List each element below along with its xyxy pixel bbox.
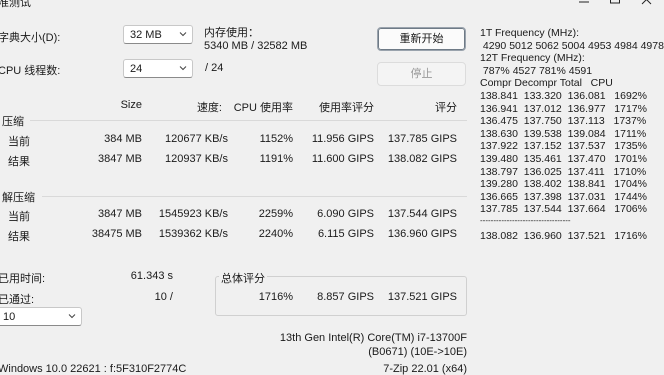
row-label: 结果 — [8, 156, 30, 168]
threads-label: CPU 线程数: — [0, 65, 61, 77]
stats-row: 137.785 137.544 137.664 1706% — [480, 203, 647, 216]
freq-12t-values: 787% 4527 781% 4591 — [480, 64, 593, 77]
window-title: 准测试 — [0, 0, 31, 9]
cpu-id: (B0671) (10E->10E) — [368, 346, 467, 358]
col-header-rating-per-usage: 使用率评分 — [319, 102, 374, 114]
elapsed-time-label: 已用时间: — [0, 273, 46, 285]
rating-cell: 138.082 GIPS — [387, 153, 457, 165]
col-header-size: Size — [120, 99, 142, 111]
maximize-icon[interactable] — [609, 0, 621, 10]
rating-per-usage-cell: 11.600 GIPS — [311, 153, 374, 165]
cpu-name: 13th Gen Intel(R) Core(TM) i7-13700F — [279, 332, 467, 344]
threads-total: / 24 — [205, 62, 224, 74]
speed-cell: 120937 KB/s — [165, 153, 228, 165]
row-label: 当前 — [8, 211, 30, 223]
col-header-cpu: CPU 使用率 — [233, 102, 293, 114]
cpu-cell: 2240% — [258, 228, 293, 240]
rating-per-usage-cell: 6.090 GIPS — [317, 208, 374, 220]
stats-row: 136.665 137.398 137.031 1744% — [480, 190, 647, 203]
stats-row: 136.941 137.012 136.977 1717% — [480, 102, 647, 115]
restart-button[interactable]: 重新开始 — [377, 27, 466, 51]
dict-size-select[interactable]: 32 MB — [123, 25, 193, 44]
total-cpu-usage: 1716% — [258, 291, 293, 303]
stats-divider: ---------------------------------- — [480, 215, 571, 225]
windows-version: Windows 10.0 22621 : f:5F310F2774C — [0, 363, 187, 375]
col-header-speed: 速度: — [196, 102, 222, 114]
passes-label: 已通过: — [0, 294, 35, 306]
rating-cell: 136.960 GIPS — [387, 228, 457, 240]
total-rating-per-usage: 8.857 GIPS — [317, 291, 374, 303]
size-cell: 3847 MB — [97, 153, 142, 165]
decompress-divider — [42, 196, 467, 197]
freq-12t-title: 12T Frequency (MHz): — [480, 52, 585, 65]
cpu-cell: 1191% — [259, 153, 293, 165]
size-cell: 38475 MB — [91, 228, 142, 240]
total-rating: 137.521 GIPS — [387, 291, 457, 303]
elapsed-time-value: 61.343 s — [130, 270, 173, 282]
stats-row: 138.841 133.320 136.081 1692% — [480, 89, 647, 102]
row-label: 结果 — [8, 231, 30, 243]
size-cell: 3847 MB — [97, 208, 142, 220]
stop-button[interactable]: 停止 — [377, 62, 466, 86]
dict-size-value: 32 MB — [130, 29, 162, 41]
speed-cell: 1545923 KB/s — [158, 208, 228, 220]
rating-cell: 137.785 GIPS — [387, 133, 457, 145]
total-rating-label: 总体评分 — [219, 270, 267, 286]
stats-columns-header: Compr Decompr Total CPU — [480, 77, 613, 90]
memory-usage-label: 内存使用： — [204, 27, 259, 39]
rating-per-usage-cell: 11.956 GIPS — [311, 133, 374, 145]
stats-row: 137.922 137.152 137.537 1735% — [480, 140, 647, 153]
chevron-down-icon — [179, 32, 187, 37]
chevron-down-icon — [179, 66, 187, 71]
compress-section-title: 压缩 — [2, 116, 24, 128]
memory-usage-value: 5340 MB / 32582 MB — [204, 40, 308, 52]
close-icon[interactable] — [641, 0, 653, 10]
cpu-cell: 1152% — [259, 133, 293, 145]
app-version: 7-Zip 22.01 (x64) — [383, 363, 467, 375]
passes-value: 10 / — [154, 291, 173, 303]
freq-1t-values: 4290 5012 5062 5004 4953 4984 4978 — [480, 39, 664, 52]
passes-select[interactable]: 10 — [0, 307, 82, 326]
stats-row: 139.480 135.461 137.470 1701% — [480, 152, 647, 165]
chevron-down-icon — [68, 314, 76, 319]
cpu-cell: 2259% — [258, 208, 293, 220]
minimize-icon[interactable] — [578, 0, 590, 10]
passes-select-value: 10 — [3, 311, 16, 323]
stats-panel: 1T Frequency (MHz): 4290 5012 5062 5004 … — [480, 27, 664, 243]
size-cell: 384 MB — [104, 133, 142, 145]
threads-select[interactable]: 24 — [123, 59, 193, 78]
dict-size-label: 字典大小(D): — [0, 32, 61, 44]
speed-cell: 120677 KB/s — [165, 133, 228, 145]
stats-row: 138.630 139.538 139.084 1711% — [480, 127, 647, 140]
stats-row: 139.280 138.402 138.841 1704% — [480, 178, 647, 191]
freq-1t-title: 1T Frequency (MHz): — [480, 27, 579, 39]
stats-summary: 138.082 136.960 137.521 1716% — [480, 229, 647, 242]
threads-value: 24 — [130, 63, 143, 75]
decompress-section-title: 解压缩 — [2, 192, 35, 204]
compress-divider — [30, 120, 467, 121]
rating-cell: 137.544 GIPS — [387, 208, 457, 220]
col-header-rating: 评分 — [435, 102, 457, 114]
stats-row: 138.797 136.025 137.411 1710% — [480, 165, 647, 178]
rating-per-usage-cell: 6.115 GIPS — [317, 228, 374, 240]
stats-row: 136.475 137.750 137.113 1737% — [480, 115, 647, 128]
speed-cell: 1539362 KB/s — [158, 228, 228, 240]
row-label: 当前 — [8, 136, 30, 148]
